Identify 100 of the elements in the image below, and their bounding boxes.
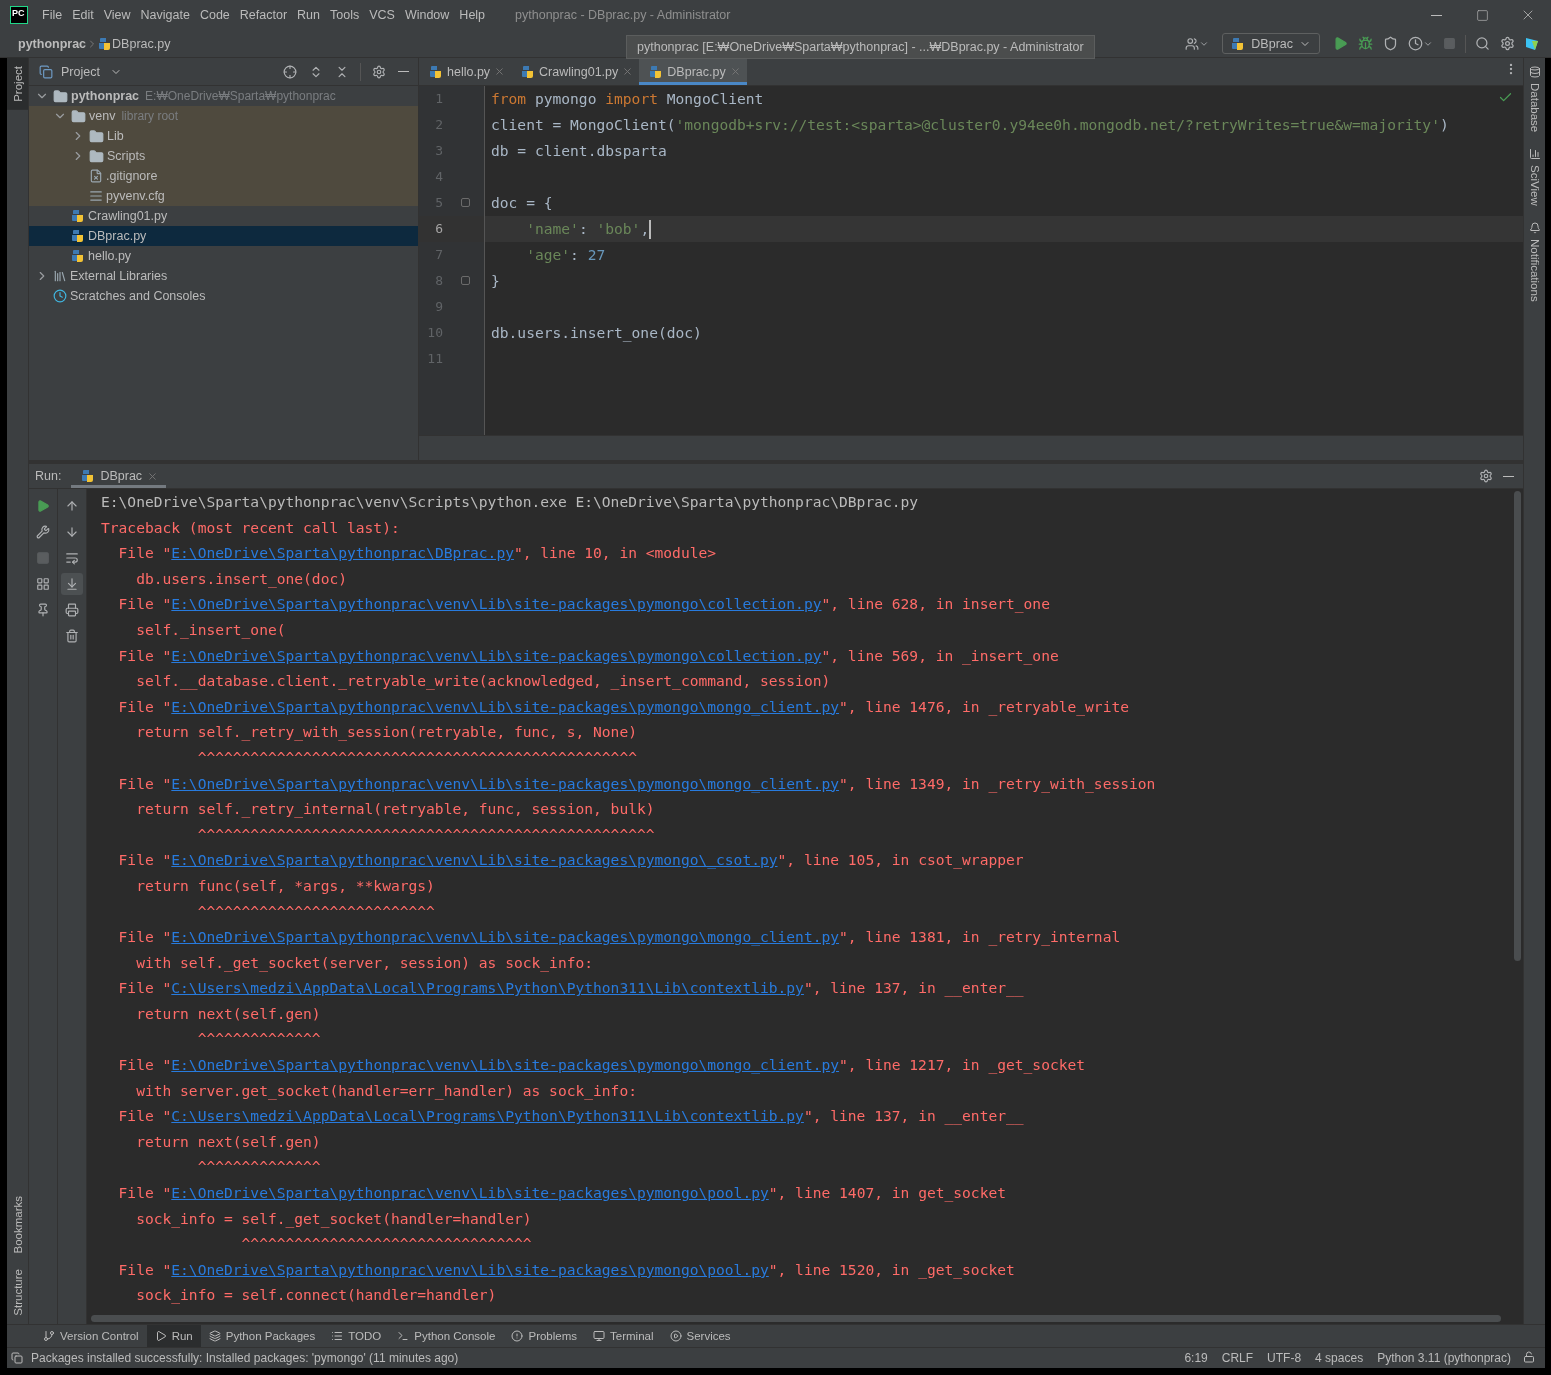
tree-label: Lib [107,129,124,143]
scrollbar-thumb[interactable] [91,1315,1501,1322]
printer-icon [65,603,79,617]
tool-window-tab[interactable]: SciView [1524,140,1545,214]
tool-window-button[interactable]: Services [661,1325,739,1347]
file-link[interactable]: E:\OneDrive\Sparta\pythonprac\venv\Lib\site-packages\pymongo\collection.py [171,595,822,613]
panel-title[interactable]: Project [61,64,100,79]
status-item[interactable]: CRLF [1221,1351,1254,1365]
tree-row[interactable]: External Libraries [29,266,418,286]
breadcrumb-item[interactable]: DBprac.py [112,36,171,51]
menu-item[interactable]: Window [404,8,450,22]
tree-row[interactable]: pythonprac E:₩OneDrive₩Sparta₩pythonprac [29,86,418,106]
tool-window-button[interactable]: TODO [323,1325,390,1347]
tree-row[interactable]: .gitignore [29,166,418,186]
run-tab[interactable]: DBprac [71,464,167,488]
tree-hint: E:₩OneDrive₩Sparta₩pythonprac [145,89,336,103]
scroll-to-end-button[interactable] [61,573,83,595]
tree-row[interactable]: hello.py [29,246,418,266]
editor-tab[interactable]: Crawling01.py [511,58,640,85]
file-link[interactable]: E:\OneDrive\Sparta\pythonprac\venv\Lib\site-packages\pymongo\mongo_client.py [171,1056,840,1074]
search-icon [1475,36,1490,51]
console-line: File "E:\OneDrive\Sparta\pythonprac\venv\Lib\site-packages\pymongo\_csot.py", line 105, in csot_wrapper [117,850,1025,871]
code-line: db = client.dbsparta [490,141,667,161]
tool-window-tab[interactable]: Database [1524,58,1545,141]
console-line: sock_info = self.connect(handler=handler) [135,1285,498,1306]
tool-window-button[interactable]: Problems [503,1325,586,1347]
users-icon [1185,36,1200,51]
menu-item[interactable]: Edit [72,8,94,22]
file-link[interactable]: E:\OneDrive\Sparta\pythonprac\DBprac.py [171,544,514,562]
scrollbar-thumb[interactable] [1514,491,1521,961]
menu-item[interactable]: Run [297,8,320,22]
wrap-icon [65,551,79,565]
python-file-icon [71,209,85,223]
tree-label: Scripts [107,149,146,163]
breadcrumb-item[interactable]: pythonprac [18,36,87,51]
menu-item[interactable]: Help [459,8,486,22]
menu-item[interactable]: File [42,8,63,22]
menu-item[interactable]: Code [199,8,230,22]
menu-item[interactable]: Refactor [239,8,288,22]
fold-marker-icon[interactable] [461,276,470,285]
editor-tab[interactable]: hello.py [419,58,512,85]
menu-item[interactable]: Navigate [140,8,190,22]
unlock-icon [1523,1350,1535,1363]
tool-window-button[interactable]: Version Control [35,1325,147,1347]
fold-marker-icon[interactable] [461,198,470,207]
menu-item[interactable]: View [103,8,131,22]
status-item[interactable]: UTF-8 [1267,1351,1302,1365]
console-line: File "E:\OneDrive\Sparta\pythonprac\DBprac.py", line 10, in <module> [117,543,718,564]
file-link[interactable]: E:\OneDrive\Sparta\pythonprac\venv\Lib\site-packages\pymongo\collection.py [171,646,822,664]
console-line: return next(self.gen) [135,1003,322,1024]
tool-window-button[interactable]: Python Console [389,1325,504,1347]
tree-row[interactable]: Scripts [29,146,418,166]
file-link[interactable]: E:\OneDrive\Sparta\pythonprac\venv\Lib\site-packages\pymongo\pool.py [171,1184,769,1202]
file-link[interactable]: E:\OneDrive\Sparta\pythonprac\venv\Lib\site-packages\pymongo\_csot.py [171,851,778,869]
status-item[interactable]: 6:19 [1184,1351,1208,1365]
run-config-dropdown[interactable]: DBprac [1222,33,1320,54]
scratches-icon [53,289,67,303]
file-link[interactable]: E:\OneDrive\Sparta\pythonprac\venv\Lib\site-packages\pymongo\pool.py [171,1260,769,1278]
console-line: ^^^^^^^^^^^^^^^^^^^^^^^^^^^^^^^^^^^^^^^^^^^^^^^^^^^^ [196,824,656,845]
python-file-icon [81,469,96,483]
menu-item[interactable]: Tools [330,8,360,22]
close-icon [622,66,634,77]
editor-tab[interactable]: DBprac.py [639,58,747,85]
chart-icon [1528,148,1541,161]
tool-window-tab[interactable]: Project [7,58,28,110]
tree-row[interactable]: Scratches and Consoles [29,286,418,306]
run-label: Run: [35,469,62,483]
tree-row[interactable]: DBprac.py [29,226,418,246]
code-line: 'age': 27 [525,245,606,265]
tool-window-button[interactable]: Run [146,1325,201,1347]
console-line: File "E:\OneDrive\Sparta\pythonprac\venv\Lib\site-packages\pymongo\collection.py", line 628, in insert_one [117,594,1051,615]
code-line: from pymongo import MongoClient [490,89,764,109]
file-link[interactable]: E:\OneDrive\Sparta\pythonprac\venv\Lib\site-packages\pymongo\mongo_client.py [171,928,840,946]
file-link[interactable]: C:\Users\medzi\AppData\Local\Programs\Python\Python311\Lib\contextlib.py [171,1107,804,1125]
console-line: return self._retry_with_session(retryable, func, s, None) [135,722,638,743]
console-line: with self._get_socket(server, session) as sock_info: [135,952,595,974]
tree-row[interactable]: Lib [29,126,418,146]
close-icon [147,470,159,482]
arrow-down-icon [65,525,79,539]
tool-window-button[interactable]: Terminal [585,1325,662,1347]
tooltip: pythonprac [E:₩OneDrive₩Sparta₩pythonprac] - ...₩DBprac.py - Administrator [626,35,1095,59]
tool-window-tab[interactable]: Structure [7,1261,28,1324]
tree-row[interactable]: venv library root [29,106,418,126]
tree-label: pythonprac [71,89,140,103]
tree-row[interactable]: pyvenv.cfg [29,186,418,206]
console-line: E:\OneDrive\Sparta\pythonprac\venv\Scripts\python.exe E:\OneDrive\Sparta\pythonprac\DBprac.py [101,492,920,512]
tree-row[interactable]: Crawling01.py [29,206,418,226]
status-item[interactable]: Python 3.11 (pythonprac) [1377,1351,1511,1365]
menu-item[interactable]: VCS [369,8,395,22]
tool-window-tab[interactable]: Notifications [1524,213,1545,310]
status-item[interactable]: 4 spaces [1315,1351,1364,1365]
trash-icon [65,629,79,643]
console-line: ^^^^^^^^^^^^^^ [196,1157,322,1178]
play-icon [1333,36,1348,51]
tool-window-tab[interactable]: Bookmarks [7,1187,28,1262]
file-link[interactable]: E:\OneDrive\Sparta\pythonprac\venv\Lib\site-packages\pymongo\mongo_client.py [171,774,840,792]
close-icon [494,66,506,77]
file-link[interactable]: E:\OneDrive\Sparta\pythonprac\venv\Lib\site-packages\pymongo\mongo_client.py [171,697,840,715]
tool-window-button[interactable]: Python Packages [200,1325,324,1347]
file-link[interactable]: C:\Users\medzi\AppData\Local\Programs\Python\Python311\Lib\contextlib.py [171,979,804,997]
